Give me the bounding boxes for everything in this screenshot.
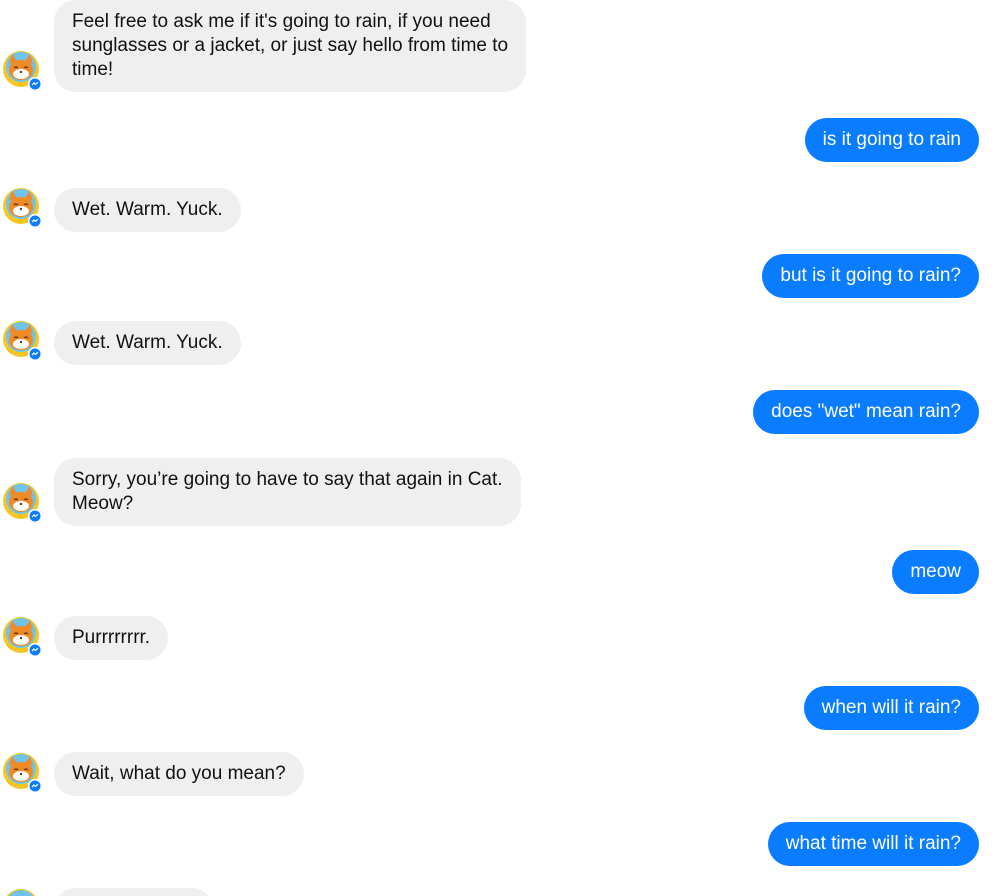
cat-face-icon xyxy=(6,889,36,896)
cat-face-icon xyxy=(3,753,42,793)
cat-face-icon xyxy=(3,617,42,657)
bot-message-row: Wet. Warm. Yuck. xyxy=(0,188,1000,232)
user-message-row: what time will it rain? xyxy=(0,822,1000,866)
user-message-row: when will it rain? xyxy=(0,686,1000,730)
cat-bot-avatar-icon[interactable] xyxy=(2,482,42,523)
bot-message-bubble: Feel free to ask me if it's going to rai… xyxy=(54,0,527,92)
cat-face-icon xyxy=(3,188,42,228)
user-message-bubble: when will it rain? xyxy=(803,686,979,730)
bot-message-bubble: Wait, what do you mean? xyxy=(54,752,304,796)
bot-message-row: Wait, what do you mean? xyxy=(0,752,1000,796)
cat-bot-avatar-icon xyxy=(2,888,42,896)
bot-message-bubble: Wet. Warm. Yuck. xyxy=(54,188,241,232)
cat-bot-avatar-icon[interactable] xyxy=(2,752,42,793)
user-message-bubble: meow xyxy=(892,550,979,594)
user-message-row: meow xyxy=(0,550,1000,594)
user-message-bubble: but is it going to rain? xyxy=(762,254,979,298)
bot-message-bubble: Wet. Warm. Yuck. xyxy=(54,321,241,365)
cat-bot-avatar-icon[interactable] xyxy=(2,616,42,657)
bot-message-row: Sorry, you’re going to have to say that … xyxy=(0,458,1000,526)
cat-bot-avatar-icon[interactable] xyxy=(2,187,42,228)
bot-message-row: Wet. Warm. Yuck. xyxy=(0,321,1000,365)
user-message-bubble: what time will it rain? xyxy=(767,822,979,866)
user-message-row: but is it going to rain? xyxy=(0,254,1000,298)
cat-face-icon xyxy=(3,51,42,91)
cat-face-icon xyxy=(3,483,42,523)
cat-face-icon xyxy=(3,321,42,361)
cat-bot-avatar-icon[interactable] xyxy=(2,320,42,361)
bot-message-bubble: Sorry, you’re going to have to say that … xyxy=(54,458,521,526)
bot-message-row: Purrrrrrrr. xyxy=(0,616,1000,660)
bot-message-bubble-partial xyxy=(54,888,214,896)
user-message-row: is it going to rain xyxy=(0,118,1000,162)
bot-message-row: Feel free to ask me if it's going to rai… xyxy=(0,0,1000,96)
user-message-row: does "wet" mean rain? xyxy=(0,390,1000,434)
cat-bot-avatar-icon[interactable] xyxy=(2,50,42,91)
chat-thread: Feel free to ask me if it's going to rai… xyxy=(0,0,1000,896)
bot-message-row-partial xyxy=(0,888,1000,896)
user-message-bubble: does "wet" mean rain? xyxy=(753,390,979,434)
bot-message-bubble: Purrrrrrrr. xyxy=(54,616,169,660)
user-message-bubble: is it going to rain xyxy=(804,118,979,162)
